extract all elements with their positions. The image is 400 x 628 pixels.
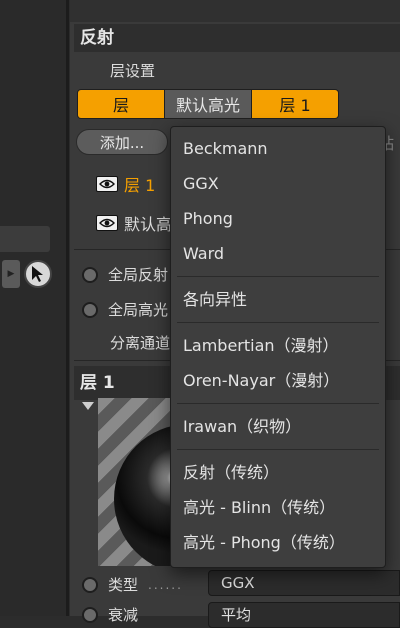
menu-item[interactable]: Lambertian（漫射） [171,328,385,363]
menu-separator [177,449,379,450]
layer-tabs: 层 默认高光 层 1 [77,89,339,119]
animation-radio[interactable] [82,576,98,593]
animation-radio[interactable] [82,266,98,283]
eye-icon[interactable] [96,176,118,192]
global-reflection-row: 全局反射 [82,264,168,285]
menu-item[interactable]: 各向异性 [171,282,385,317]
add-layer-menu: Beckmann GGX Phong Ward 各向异性 Lambertian（漫射） Or… [170,126,386,568]
panel-divider[interactable] [66,0,69,616]
add-button[interactable]: 添加... [76,129,168,155]
layers-label: 层设置 [110,62,156,80]
separate-pass-label: 分离通道 [110,334,171,352]
tab-layer-1[interactable]: 层 1 [252,90,338,118]
menu-item[interactable]: 高光 - Phong（传统） [171,525,385,560]
menu-separator [177,276,379,277]
menu-item[interactable]: Phong [171,201,385,236]
falloff-row: 衰减 [82,604,138,625]
type-dropdown[interactable]: GGX [208,570,400,596]
panel-top-bar [70,0,400,22]
menu-item[interactable]: Beckmann [171,131,385,166]
falloff-label: 衰减 [108,606,139,624]
layer-row-default[interactable]: 默认高 [96,211,172,235]
animation-radio[interactable] [82,301,98,318]
left-panel [0,0,66,616]
animation-radio[interactable] [82,606,98,623]
expand-arrow-icon[interactable]: ▶ [2,260,20,288]
section-header[interactable]: 反射 [74,24,400,52]
layer-row-label: 层 1 [124,176,156,195]
menu-item[interactable]: 高光 - Blinn（传统） [171,490,385,525]
tab-default-specular[interactable]: 默认高光 [164,90,252,118]
type-dots: ...... [148,577,183,592]
left-field[interactable] [0,226,50,252]
eye-icon[interactable] [96,215,118,231]
global-specular-label: 全局高光 [108,301,169,319]
global-specular-row: 全局高光 [82,299,168,320]
menu-item[interactable]: 反射（传统） [171,455,385,490]
menu-item[interactable]: GGX [171,166,385,201]
menu-item[interactable]: Oren-Nayar（漫射） [171,363,385,398]
layer-row-label: 默认高 [124,215,173,234]
menu-separator [177,403,379,404]
menu-item[interactable]: Irawan（织物） [171,409,385,444]
collapse-triangle-icon[interactable] [82,402,94,410]
tab-layer[interactable]: 层 [78,90,164,118]
menu-separator [177,322,379,323]
type-row: 类型 ...... [82,574,183,595]
menu-item[interactable]: Ward [171,236,385,271]
falloff-dropdown[interactable]: 平均 [208,602,400,628]
global-reflection-label: 全局反射 [108,266,169,284]
type-label: 类型 [108,576,139,594]
layer-row-1[interactable]: 层 1 [96,172,155,196]
cursor-arrow-icon[interactable] [24,260,52,288]
